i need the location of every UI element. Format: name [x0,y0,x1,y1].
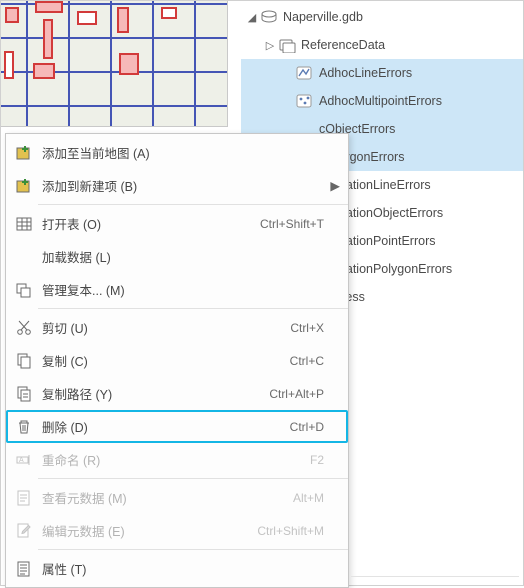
map-new-icon [12,177,36,195]
replica-icon [12,281,36,299]
divider [351,576,519,577]
menu-item-label: 打开表 (O) [42,214,260,233]
feature-class-icon [295,93,315,109]
menu-separator [38,549,348,550]
copy-icon [12,352,36,370]
menu-item-label: 属性 (T) [42,559,324,578]
menu-item-label: 重命名 (R) [42,450,310,469]
menu-item[interactable]: 添加到新建项 (B) ▶ [6,169,348,202]
disclosure-closed-icon[interactable]: ▷ [263,39,277,52]
menu-item[interactable]: 复制 (C)Ctrl+C [6,344,348,377]
menu-item-label: 添加至当前地图 (A) [42,143,324,162]
menu-item[interactable]: 添加至当前地图 (A) [6,136,348,169]
menu-item-shortcut: Alt+M [293,491,324,505]
copypath-icon [12,385,36,403]
feature-class-icon [295,65,315,81]
context-menu: 添加至当前地图 (A)添加到新建项 (B)▶打开表 (O)Ctrl+Shift+… [5,133,349,588]
menu-item[interactable]: 剪切 (U)Ctrl+X [6,311,348,344]
menu-item-label: 删除 (D) [42,417,290,436]
tree-node-label: AdhocLineErrors [319,66,412,80]
tree-node-layer[interactable]: AdhocLineErrors [241,59,523,87]
menu-item-label: 复制路径 (Y) [42,384,269,403]
tree-node-layer[interactable]: AdhocMultipointErrors [241,87,523,115]
svg-text:A: A [19,457,24,464]
menu-item: A 重命名 (R)F2 [6,443,348,476]
menu-item-shortcut: F2 [310,453,324,467]
table-icon [12,215,36,233]
map-preview [1,1,228,127]
menu-separator [38,308,348,309]
tree-node-label: AdhocMultipointErrors [319,94,442,108]
menu-item[interactable]: 管理复本... (M) [6,273,348,306]
submenu-chevron-icon: ▶ [328,178,340,193]
tree-node-gdb[interactable]: ◢ Naperville.gdb [241,3,523,31]
menu-item: 编辑元数据 (E)Ctrl+Shift+M [6,514,348,547]
menu-item-label: 加载数据 (L) [42,247,324,266]
menu-item-label: 查看元数据 (M) [42,488,293,507]
menu-item-shortcut: Ctrl+D [290,420,324,434]
edit-meta-icon [12,522,36,540]
menu-item-label: 管理复本... (M) [42,280,324,299]
map-add-icon [12,144,36,162]
rename-icon: A [12,451,36,469]
cut-icon [12,319,36,337]
menu-item-shortcut: Ctrl+C [290,354,324,368]
tree-node-label: Naperville.gdb [283,10,363,24]
disclosure-open-icon[interactable]: ◢ [245,11,259,24]
menu-item[interactable]: 属性 (T) [6,552,348,585]
menu-item-label: 添加到新建项 (B) [42,176,324,195]
tree-node-dataset[interactable]: ▷ ReferenceData [241,31,523,59]
tree-node-label: ReferenceData [301,38,385,52]
trash-icon [12,418,36,436]
menu-item-label: 复制 (C) [42,351,290,370]
props-icon [12,560,36,578]
view-meta-icon [12,489,36,507]
menu-item[interactable]: 打开表 (O)Ctrl+Shift+T [6,207,348,240]
menu-item: 查看元数据 (M)Alt+M [6,481,348,514]
menu-item[interactable]: 复制路径 (Y)Ctrl+Alt+P [6,377,348,410]
feature-dataset-icon [277,37,297,53]
geodatabase-icon [259,9,279,25]
menu-item[interactable]: 加载数据 (L) [6,240,348,273]
menu-item-shortcut: Ctrl+Shift+M [257,524,324,538]
menu-item-shortcut: Ctrl+Shift+T [260,217,324,231]
menu-item-label: 编辑元数据 (E) [42,521,257,540]
menu-item-label: 剪切 (U) [42,318,290,337]
menu-item-shortcut: Ctrl+Alt+P [269,387,324,401]
menu-separator [38,478,348,479]
menu-item-shortcut: Ctrl+X [290,321,324,335]
menu-separator [38,204,348,205]
menu-item[interactable]: 删除 (D)Ctrl+D [6,410,348,443]
